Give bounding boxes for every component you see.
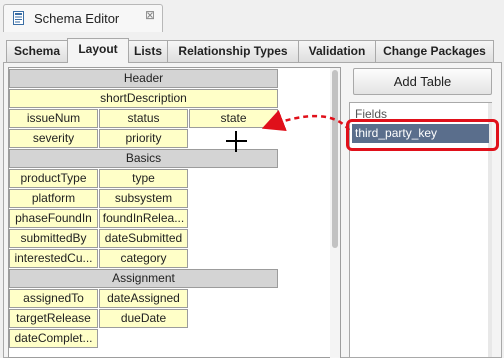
tab-change-packages[interactable]: Change Packages	[375, 40, 494, 62]
field-product-type[interactable]: productType	[9, 169, 98, 188]
section-header-header[interactable]: Header	[9, 69, 278, 88]
field-status[interactable]: status	[99, 109, 188, 128]
field-category[interactable]: category	[99, 249, 188, 268]
field-date-assigned[interactable]: dateAssigned	[99, 289, 188, 308]
field-interested-customers[interactable]: interestedCu...	[9, 249, 98, 268]
field-type[interactable]: type	[99, 169, 188, 188]
layout-scrollbar-thumb[interactable]	[332, 70, 338, 248]
field-found-in-release[interactable]: foundInRelea...	[99, 209, 188, 228]
highlight-annotation	[346, 119, 499, 151]
schema-doc-icon	[13, 11, 24, 25]
field-state[interactable]: state	[189, 109, 278, 128]
schema-editor-title-tab[interactable]: Schema Editor ⊠	[3, 4, 163, 32]
field-priority[interactable]: priority	[99, 129, 188, 148]
tab-schema[interactable]: Schema	[6, 40, 68, 62]
tab-validation[interactable]: Validation	[298, 40, 376, 62]
field-phase-found-in[interactable]: phaseFoundIn	[9, 209, 98, 228]
field-assigned-to[interactable]: assignedTo	[9, 289, 98, 308]
field-due-date[interactable]: dueDate	[99, 309, 188, 328]
tab-strip: Schema Layout Lists Relationship Types V…	[3, 38, 495, 63]
field-short-description[interactable]: shortDescription	[9, 89, 278, 108]
field-subsystem[interactable]: subsystem	[99, 189, 188, 208]
tab-layout[interactable]: Layout	[67, 38, 129, 63]
tab-relationship-types[interactable]: Relationship Types	[167, 40, 299, 62]
close-icon[interactable]: ⊠	[143, 8, 157, 22]
window-title: Schema Editor	[34, 11, 120, 26]
tab-lists[interactable]: Lists	[128, 40, 168, 62]
section-header-assignment[interactable]: Assignment	[9, 269, 278, 288]
field-date-completed[interactable]: dateComplet...	[9, 329, 98, 348]
field-issue-num[interactable]: issueNum	[9, 109, 98, 128]
field-submitted-by[interactable]: submittedBy	[9, 229, 98, 248]
layout-scrollbar[interactable]	[330, 68, 340, 358]
section-header-basics[interactable]: Basics	[9, 149, 278, 168]
field-platform[interactable]: platform	[9, 189, 98, 208]
field-target-release[interactable]: targetRelease	[9, 309, 98, 328]
add-table-button[interactable]: Add Table	[353, 68, 492, 95]
field-severity[interactable]: severity	[9, 129, 98, 148]
field-date-submitted[interactable]: dateSubmitted	[99, 229, 188, 248]
